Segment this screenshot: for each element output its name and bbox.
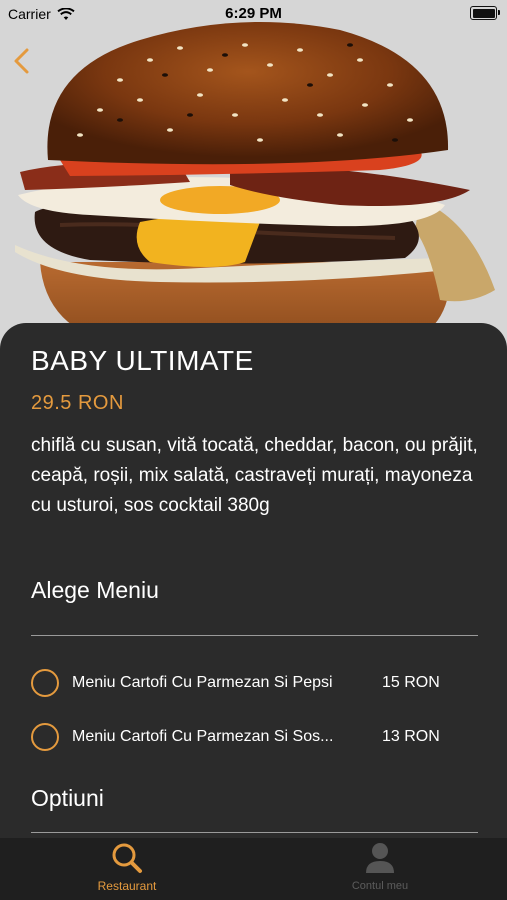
chevron-left-icon bbox=[14, 48, 29, 74]
status-time: 6:29 PM bbox=[225, 5, 282, 22]
divider bbox=[31, 635, 478, 636]
product-details-card: BABY ULTIMATE 29.5 RON chiflă cu susan, … bbox=[0, 323, 507, 900]
product-name: BABY ULTIMATE bbox=[31, 345, 254, 376]
tab-bar: Restaurant Contul meu bbox=[0, 838, 507, 900]
options-section-title: Optiuni bbox=[31, 785, 104, 811]
radio-button[interactable] bbox=[31, 723, 59, 751]
menu-option[interactable]: Meniu Cartofi Cu Parmezan Si Pepsi 15 RO… bbox=[31, 667, 478, 699]
menu-option-label: Meniu Cartofi Cu Parmezan Si Pepsi bbox=[72, 674, 333, 691]
tab-restaurant-label: Restaurant bbox=[97, 879, 157, 893]
product-description: chiflă cu susan, vită tocată, cheddar, b… bbox=[31, 435, 478, 516]
tab-restaurant[interactable]: Restaurant bbox=[52, 842, 202, 893]
burger-image bbox=[0, 0, 507, 350]
tab-account-label: Contul meu bbox=[351, 880, 409, 892]
product-price: 29.5 RON bbox=[31, 392, 124, 414]
menu-option-price: 13 RON bbox=[382, 728, 440, 745]
search-icon bbox=[112, 843, 142, 873]
menu-section-title: Alege Meniu bbox=[31, 577, 159, 603]
radio-button[interactable] bbox=[31, 669, 59, 697]
divider bbox=[31, 832, 478, 833]
tab-account[interactable]: Contul meu bbox=[305, 842, 455, 892]
product-hero-image bbox=[0, 0, 507, 350]
battery-icon bbox=[470, 6, 500, 20]
back-button[interactable] bbox=[9, 44, 35, 78]
status-bar: Carrier 6:29 PM bbox=[0, 0, 507, 28]
menu-option-price: 15 RON bbox=[382, 674, 440, 691]
person-icon bbox=[366, 843, 394, 873]
menu-option[interactable]: Meniu Cartofi Cu Parmezan Si Sos... 13 R… bbox=[31, 721, 478, 753]
menu-option-label: Meniu Cartofi Cu Parmezan Si Sos... bbox=[72, 728, 334, 745]
